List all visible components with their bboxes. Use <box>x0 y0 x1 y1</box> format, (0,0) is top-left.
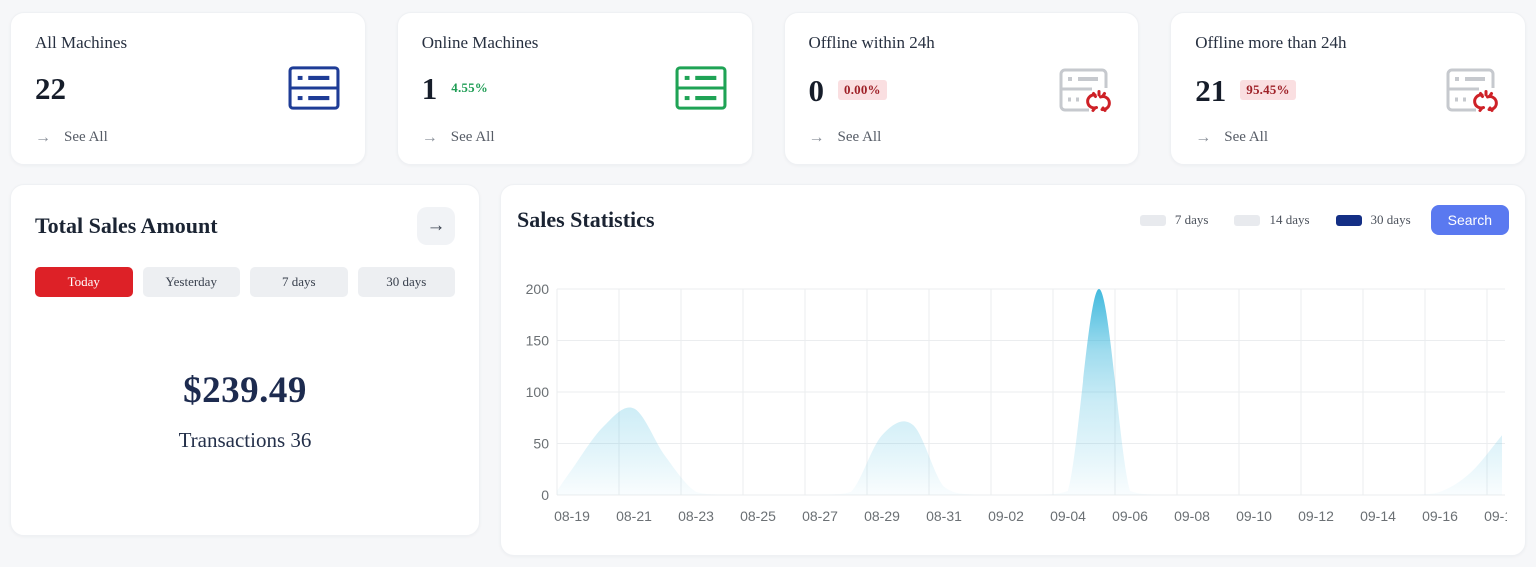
stat-card-title: Online Machines <box>422 33 728 53</box>
see-all-link[interactable]: → See All <box>35 129 341 146</box>
legend-swatch <box>1336 215 1362 226</box>
stat-value: 0 <box>809 75 825 106</box>
svg-text:09-16: 09-16 <box>1422 508 1458 524</box>
see-all-link[interactable]: → See All <box>809 129 1115 146</box>
svg-text:50: 50 <box>533 436 549 452</box>
svg-text:09-02: 09-02 <box>988 508 1024 524</box>
search-button[interactable]: Search <box>1431 205 1509 235</box>
svg-text:09-18: 09-18 <box>1484 508 1507 524</box>
percent-badge: 95.45% <box>1240 80 1295 100</box>
stat-card-online-machines: Online Machines 1 4.55% <box>397 12 753 165</box>
svg-text:100: 100 <box>526 384 550 400</box>
svg-text:09-12: 09-12 <box>1298 508 1334 524</box>
server-disconnected-icon <box>1443 65 1501 115</box>
arrow-right-icon: → <box>35 130 51 146</box>
sales-statistics-card: Sales Statistics 7 days 14 days <box>500 184 1526 556</box>
arrow-right-icon: → <box>422 130 438 146</box>
percent-badge: 4.55% <box>451 80 488 96</box>
sales-chart: 0 50 100 150 200 08-19 08-21 08-23 08-25 08-27 08-… <box>517 277 1507 533</box>
arrow-right-icon: → <box>809 130 825 146</box>
arrow-right-icon: → <box>1195 130 1211 146</box>
see-all-label: See All <box>451 129 495 146</box>
legend-swatch <box>1234 215 1260 226</box>
svg-text:09-06: 09-06 <box>1112 508 1148 524</box>
server-icon <box>674 65 728 111</box>
arrow-right-icon: → <box>427 215 446 237</box>
legend-swatch <box>1140 215 1166 226</box>
stat-card-title: All Machines <box>35 33 341 53</box>
stat-card-all-machines: All Machines 22 → <box>10 12 366 165</box>
svg-text:08-27: 08-27 <box>802 508 838 524</box>
svg-text:0: 0 <box>541 487 549 503</box>
stat-value: 22 <box>35 73 66 104</box>
svg-text:150: 150 <box>526 333 550 349</box>
legend-label: 7 days <box>1175 212 1209 228</box>
svg-text:08-29: 08-29 <box>864 508 900 524</box>
stat-card-offline-more-24h: Offline more than 24h 21 95.45% <box>1170 12 1526 165</box>
see-all-label: See All <box>838 129 882 146</box>
legend-7-days[interactable]: 7 days <box>1140 212 1209 228</box>
legend-label: 14 days <box>1269 212 1309 228</box>
stat-card-title: Offline more than 24h <box>1195 33 1501 53</box>
stat-card-offline-24h: Offline within 24h 0 0.00% <box>784 12 1140 165</box>
server-icon <box>287 65 341 111</box>
svg-text:09-14: 09-14 <box>1360 508 1396 524</box>
total-sales-amount: $239.49 <box>35 369 455 412</box>
legend-label: 30 days <box>1371 212 1411 228</box>
tab-7-days[interactable]: 7 days <box>250 267 348 297</box>
transactions-count: Transactions 36 <box>35 428 455 453</box>
svg-text:08-23: 08-23 <box>678 508 714 524</box>
see-all-link[interactable]: → See All <box>1195 129 1501 146</box>
svg-text:200: 200 <box>526 281 550 297</box>
see-all-link[interactable]: → See All <box>422 129 728 146</box>
see-all-label: See All <box>64 129 108 146</box>
tab-today[interactable]: Today <box>35 267 133 297</box>
svg-text:08-21: 08-21 <box>616 508 652 524</box>
svg-text:09-10: 09-10 <box>1236 508 1272 524</box>
svg-text:08-31: 08-31 <box>926 508 962 524</box>
tab-30-days[interactable]: 30 days <box>358 267 456 297</box>
legend-14-days[interactable]: 14 days <box>1234 212 1309 228</box>
svg-text:09-08: 09-08 <box>1174 508 1210 524</box>
stats-row: All Machines 22 → <box>10 12 1526 165</box>
stat-card-title: Offline within 24h <box>809 33 1115 53</box>
svg-text:08-19: 08-19 <box>554 508 590 524</box>
total-sales-title: Total Sales Amount <box>35 213 218 239</box>
server-disconnected-icon <box>1056 65 1114 115</box>
total-sales-card: Total Sales Amount → Today Yesterday 7 d… <box>10 184 480 536</box>
sales-statistics-title: Sales Statistics <box>517 207 655 233</box>
see-all-label: See All <box>1224 129 1268 146</box>
svg-text:08-25: 08-25 <box>740 508 776 524</box>
dashboard-page: All Machines 22 → <box>0 0 1536 556</box>
period-tabs: Today Yesterday 7 days 30 days <box>35 267 455 297</box>
percent-badge: 0.00% <box>838 80 887 100</box>
total-sales-detail-button[interactable]: → <box>417 207 455 245</box>
stat-value: 1 <box>422 73 438 104</box>
stat-value: 21 <box>1195 75 1226 106</box>
tab-yesterday[interactable]: Yesterday <box>143 267 241 297</box>
svg-text:09-04: 09-04 <box>1050 508 1086 524</box>
chart-legend: 7 days 14 days 30 days <box>1140 212 1411 228</box>
legend-30-days[interactable]: 30 days <box>1336 212 1411 228</box>
